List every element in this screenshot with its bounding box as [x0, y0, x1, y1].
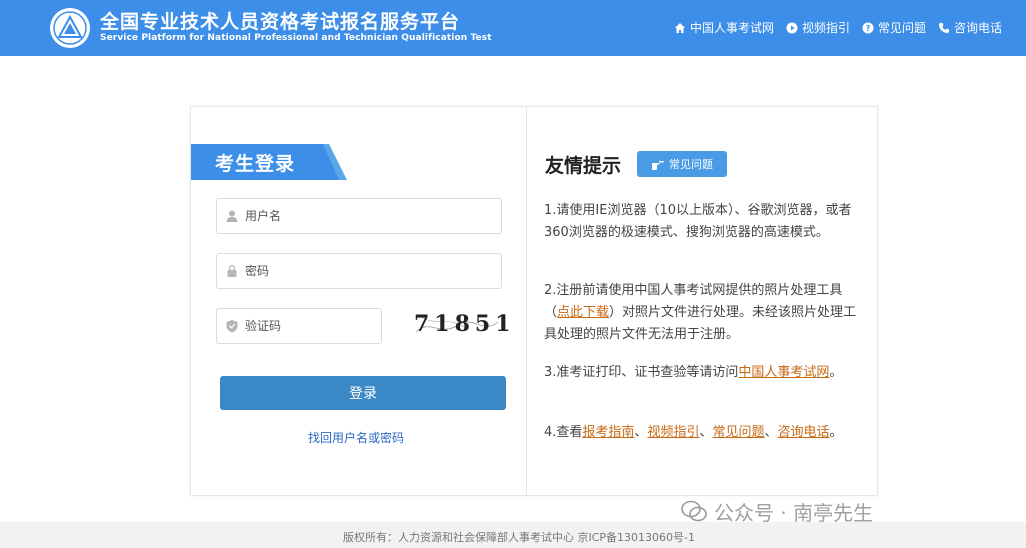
- password-field[interactable]: [216, 253, 502, 289]
- play-icon: [786, 22, 798, 34]
- panel-divider: [526, 106, 527, 496]
- nav-faq-link[interactable]: ? 常见问题: [862, 19, 926, 36]
- tip-4-faq-link[interactable]: 常见问题: [712, 425, 764, 440]
- site-subtitle: Service Platform for National Profession…: [100, 33, 492, 43]
- forgot-credentials-link[interactable]: 找回用户名或密码: [308, 429, 404, 446]
- lock-icon: [225, 264, 239, 278]
- tip-2-download-link[interactable]: 点此下载: [557, 305, 609, 320]
- faq-badge-button[interactable]: 常见问题: [637, 151, 727, 177]
- home-icon: [674, 22, 686, 34]
- shield-icon: [225, 319, 239, 333]
- faq-badge-label: 常见问题: [669, 158, 713, 171]
- tip-3: 3.准考证打印、证书查验等请访问中国人事考试网。: [544, 362, 862, 384]
- tip-3-cpta-link[interactable]: 中国人事考试网: [738, 365, 829, 380]
- tip-4-text-pre: 4.查看: [544, 425, 583, 440]
- nav-home-link[interactable]: 中国人事考试网: [674, 19, 774, 36]
- captcha-image[interactable]: 71851: [410, 308, 511, 344]
- tip-4-phone-link[interactable]: 咨询电话: [778, 425, 830, 440]
- top-header: 全国专业技术人员资格考试报名服务平台 Service Platform for …: [0, 0, 1026, 56]
- nav-video-label: 视频指引: [801, 21, 850, 35]
- pointing-hand-icon: [652, 161, 664, 170]
- username-input[interactable]: [245, 209, 425, 223]
- watermark-text: 公众号 · 南亭先生: [714, 500, 874, 525]
- svg-text:?: ?: [866, 24, 871, 33]
- nav-faq-label: 常见问题: [877, 21, 926, 35]
- footer-copyright: 版权所有：人力资源和社会保障部人事考试中心 京ICP备13013060号-1: [343, 531, 696, 544]
- wechat-icon: [681, 500, 707, 522]
- user-icon: [225, 209, 239, 223]
- password-input[interactable]: [245, 264, 425, 278]
- captcha-input[interactable]: [245, 319, 365, 333]
- captcha-text: 71851: [414, 311, 516, 337]
- nav-video-link[interactable]: 视频指引: [786, 19, 850, 36]
- login-tab-label: 考生登录: [215, 153, 296, 175]
- tip-2: 2.注册前请使用中国人事考试网提供的照片处理工具（点此下载）对照片文件进行处理。…: [544, 280, 862, 346]
- logo: [50, 8, 90, 48]
- site-title: 全国专业技术人员资格考试报名服务平台: [100, 11, 461, 33]
- triangle-emblem-icon: [53, 11, 87, 45]
- tip-1: 1.请使用IE浏览器（10以上版本）、谷歌浏览器，或者360浏览器的极速模式、搜…: [544, 203, 852, 240]
- watermark: 公众号 · 南亭先生: [680, 496, 873, 526]
- tip-3-text-pre: 3.准考证打印、证书查验等请访问: [544, 365, 739, 380]
- top-nav: 中国人事考试网 视频指引 ? 常见问题 咨询电话: [674, 19, 1002, 36]
- nav-home-label: 中国人事考试网: [689, 21, 774, 35]
- nav-phone-link[interactable]: 咨询电话: [938, 19, 1002, 36]
- question-icon: ?: [862, 22, 874, 34]
- login-button[interactable]: 登录: [220, 376, 506, 410]
- tip-4-guide-link[interactable]: 报考指南: [582, 425, 634, 440]
- tip-4-text-post: 。: [829, 425, 843, 440]
- username-field[interactable]: [216, 198, 502, 234]
- tip-4-sep: 、: [764, 425, 778, 440]
- tips-title: 友情提示: [545, 155, 622, 177]
- captcha-field[interactable]: [216, 308, 382, 344]
- tip-4-sep: 、: [634, 425, 648, 440]
- tip-4-sep: 、: [699, 425, 713, 440]
- nav-phone-label: 咨询电话: [953, 21, 1002, 35]
- tip-4: 4.查看报考指南、视频指引、常见问题、咨询电话。: [544, 422, 862, 444]
- tip-3-text-post: 。: [829, 365, 843, 380]
- phone-icon: [938, 22, 950, 34]
- login-tab: 考生登录: [191, 144, 347, 180]
- tip-4-video-link[interactable]: 视频指引: [647, 425, 699, 440]
